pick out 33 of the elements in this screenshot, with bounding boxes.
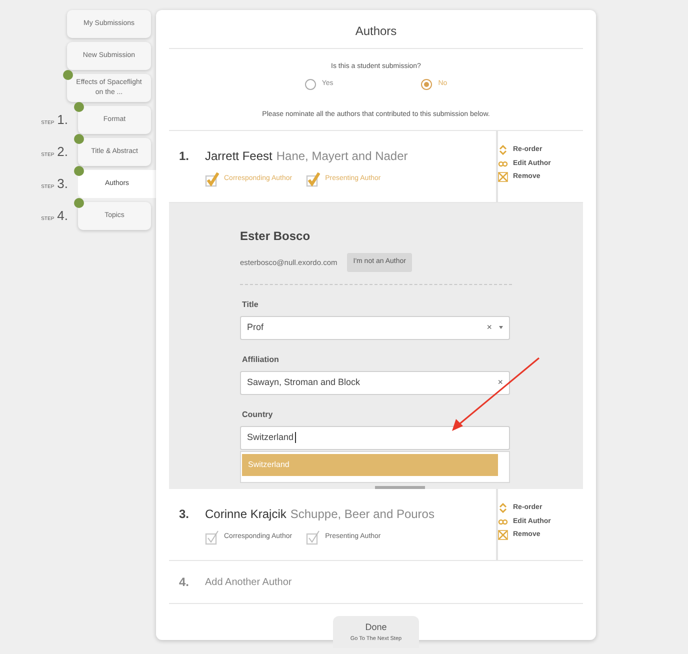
dropdown-caret-icon[interactable] [499, 326, 503, 329]
clear-icon[interactable]: × [498, 376, 503, 390]
step-number: 1. [57, 111, 68, 130]
resize-handle[interactable] [375, 486, 425, 489]
step-number: 2. [57, 143, 68, 162]
clear-icon[interactable]: × [486, 320, 492, 334]
author-number: 3. [179, 506, 190, 523]
link-icon [498, 516, 508, 527]
step-number: 3. [57, 175, 68, 194]
author-number: 1. [179, 148, 190, 165]
author-number: 4. [179, 574, 190, 591]
field-label: Country [242, 408, 274, 420]
page-title: Authors [169, 10, 583, 49]
reorder-icon [498, 503, 508, 514]
input-field[interactable]: Sawayn, Stroman and Block × [240, 370, 510, 394]
field-label: Title [242, 298, 260, 310]
author-name: Corinne Krajcik [205, 506, 286, 523]
author-name: Ester Bosco [240, 228, 312, 245]
author-affiliation: Schuppe, Beer and Pouros [290, 506, 434, 523]
checkbox[interactable] [205, 530, 219, 545]
remove-icon [498, 530, 508, 540]
input-field[interactable]: Prof × [240, 316, 510, 340]
checkbox[interactable] [306, 172, 320, 187]
step-number: 4. [57, 207, 68, 226]
author-name: Jarrett Feest [205, 148, 272, 165]
author-affiliation: Hane, Mayert and Nader [276, 148, 408, 165]
add-author-link[interactable]: Add Another Author [205, 574, 292, 590]
checkbox[interactable] [205, 172, 219, 187]
reorder-icon [498, 145, 508, 156]
field-label: Affiliation [242, 354, 280, 366]
checkbox[interactable] [306, 530, 320, 545]
remove-icon [498, 172, 508, 182]
link-icon [498, 158, 508, 169]
